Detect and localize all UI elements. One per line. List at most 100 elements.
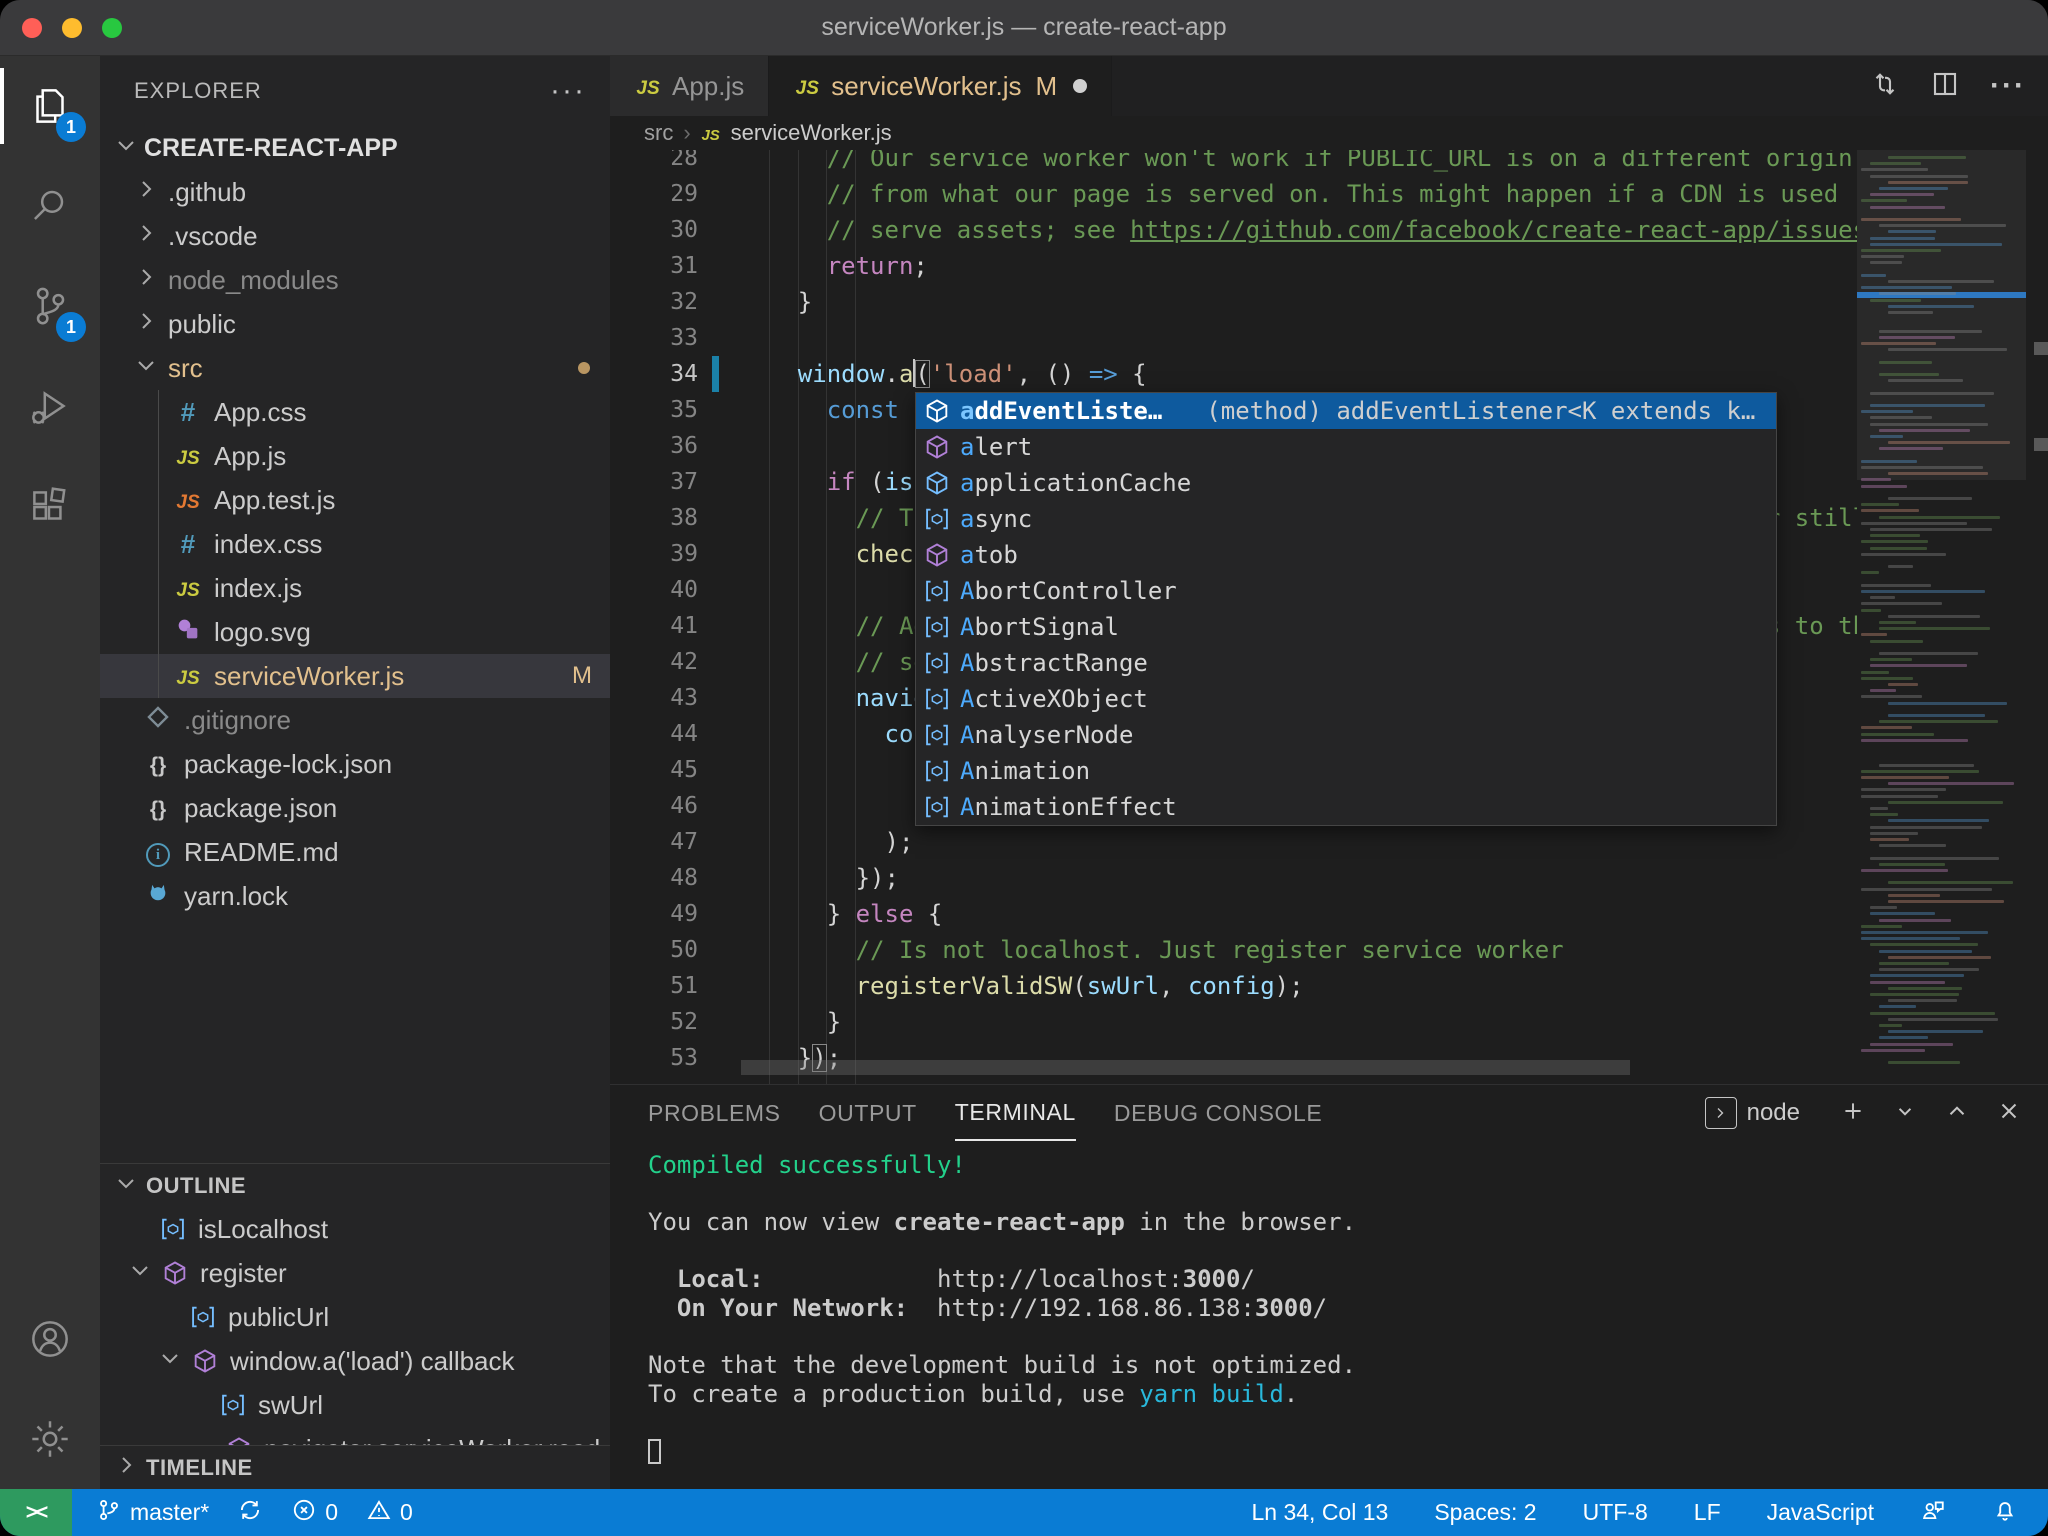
outline-item-register[interactable]: register (100, 1251, 610, 1295)
tree-root-create-react-app[interactable]: CREATE-REACT-APP (100, 126, 610, 170)
activity-search-icon[interactable] (0, 156, 100, 256)
panel-tab-debug-console[interactable]: DEBUG CONSOLE (1114, 1085, 1322, 1141)
status-utf-8[interactable]: UTF-8 (1583, 1499, 1648, 1526)
open-changes-icon[interactable] (1870, 69, 1900, 104)
suggest-item-ActiveXObject[interactable]: ActiveXObject (916, 681, 1776, 717)
activity-settings-icon[interactable] (0, 1389, 100, 1489)
code-editor[interactable]: 28 // Our service worker won't work if P… (610, 150, 2048, 1084)
timeline-section-header[interactable]: TIMELINE (100, 1445, 610, 1489)
outline-item-window.a('load') callback[interactable]: window.a('load') callback (100, 1339, 610, 1383)
tree-item-.github[interactable]: .github (100, 170, 610, 214)
status-bell[interactable] (1992, 1497, 2018, 1529)
code-line-30[interactable]: 30 // serve assets; see https://github.c… (610, 212, 1857, 248)
tree-item-.gitignore[interactable]: .gitignore (100, 698, 610, 742)
status-spaces-2[interactable]: Spaces: 2 (1434, 1499, 1536, 1526)
suggest-item-atob[interactable]: atob (916, 537, 1776, 573)
suggest-detail: (method) addEventListener<K extends k… (1206, 397, 1756, 425)
panel-tab-terminal[interactable]: TERMINAL (954, 1085, 1076, 1141)
code-line-33[interactable]: 33 (610, 320, 1857, 356)
maximize-panel-icon[interactable] (1944, 1098, 1970, 1129)
suggest-item-AnalyserNode[interactable]: AnalyserNode (916, 717, 1776, 753)
activity-accounts-icon[interactable] (0, 1289, 100, 1389)
tree-item-App.js[interactable]: JS App.js (100, 434, 610, 478)
tree-item-package-lock.json[interactable]: {} package-lock.json (100, 742, 610, 786)
code-line-28[interactable]: 28 // Our service worker won't work if P… (610, 150, 1857, 176)
panel-tab-output[interactable]: OUTPUT (819, 1085, 917, 1141)
terminal-dropdown-icon[interactable] (1892, 1098, 1918, 1129)
status-warning[interactable]: 0 (366, 1497, 413, 1529)
status-javascript[interactable]: JavaScript (1767, 1499, 1874, 1526)
suggest-item-applicationCache[interactable]: applicationCache (916, 465, 1776, 501)
tree-item-README.md[interactable]: i README.md (100, 830, 610, 874)
suggest-item-async[interactable]: async (916, 501, 1776, 537)
suggest-item-alert[interactable]: alert (916, 429, 1776, 465)
terminal-shell-selector[interactable]: node (1704, 1097, 1814, 1129)
outline-item-swUrl[interactable]: swUrl (100, 1383, 610, 1427)
tree-item-yarn.lock[interactable]: yarn.lock (100, 874, 610, 918)
minimap-line (1861, 633, 1887, 637)
status-ln-34-col-13[interactable]: Ln 34, Col 13 (1251, 1499, 1388, 1526)
code-line-34[interactable]: 34 window.a('load', () => { (610, 356, 1857, 392)
code-line-52[interactable]: 52 } (610, 1004, 1857, 1040)
terminal-output[interactable]: Compiled successfully! You can now view … (648, 1151, 2028, 1489)
outline-section-header[interactable]: OUTLINE (100, 1163, 610, 1207)
suggest-item-AnimationEffect[interactable]: AnimationEffect (916, 789, 1776, 825)
more-actions-icon[interactable]: ··· (1990, 69, 2026, 103)
tab-App.js[interactable]: JS App.js (610, 56, 770, 116)
breadcrumb-item-serviceWorker.js[interactable]: JS serviceWorker.js (701, 120, 891, 146)
tree-item-src[interactable]: src (100, 346, 610, 390)
code-line-48[interactable]: 48 }); (610, 860, 1857, 896)
tree-item-App.css[interactable]: # App.css (100, 390, 610, 434)
tree-item-package.json[interactable]: {} package.json (100, 786, 610, 830)
minimap[interactable] (1857, 150, 2026, 1084)
code-line-31[interactable]: 31 return; (610, 248, 1857, 284)
outline-item-publicUrl[interactable]: publicUrl (100, 1295, 610, 1339)
activity-run-and-debug-icon[interactable] (0, 356, 100, 456)
suggest-item-addEventListe[interactable]: addEventListe… (method) addEventListener<… (916, 393, 1776, 429)
status-error[interactable]: 0 (291, 1497, 338, 1529)
suggest-label: AnalyserNode (960, 721, 1134, 749)
outline-item-isLocalhost[interactable]: isLocalhost (100, 1207, 610, 1251)
explorer-more-actions-icon[interactable]: ··· (550, 74, 586, 108)
minimize-window-button[interactable] (62, 18, 82, 38)
new-terminal-icon[interactable] (1840, 1098, 1866, 1129)
suggest-item-AbstractRange[interactable]: AbstractRange (916, 645, 1776, 681)
zoom-window-button[interactable] (102, 18, 122, 38)
code-line-50[interactable]: 50 // Is not localhost. Just register se… (610, 932, 1857, 968)
horizontal-scrollbar[interactable] (741, 1060, 1630, 1075)
minimap-line (1888, 348, 2008, 352)
tree-item-.vscode[interactable]: .vscode (100, 214, 610, 258)
tree-item-serviceWorker.js[interactable]: JS serviceWorker.js M (100, 654, 610, 698)
split-editor-icon[interactable] (1930, 69, 1960, 104)
status-sync[interactable] (237, 1497, 263, 1529)
close-panel-icon[interactable] (1996, 1098, 2022, 1129)
suggest-item-Animation[interactable]: Animation (916, 753, 1776, 789)
tree-item-logo.svg[interactable]: logo.svg (100, 610, 610, 654)
code-line-32[interactable]: 32 } (610, 284, 1857, 320)
status-branch[interactable]: master* (96, 1497, 209, 1529)
tree-item-index.css[interactable]: # index.css (100, 522, 610, 566)
code-line-49[interactable]: 49 } else { (610, 896, 1857, 932)
chevron-down-icon (158, 1346, 182, 1377)
outline-item-navigator.serviceWorker.read[interactable]: navigator.serviceWorker.read (100, 1427, 610, 1445)
suggest-item-AbortSignal[interactable]: AbortSignal (916, 609, 1776, 645)
status-feedback[interactable] (1920, 1497, 1946, 1529)
close-window-button[interactable] (22, 18, 42, 38)
suggest-item-AbortController[interactable]: AbortController (916, 573, 1776, 609)
activity-extensions-icon[interactable] (0, 456, 100, 556)
activity-explorer-icon[interactable]: 1 (0, 56, 100, 156)
tree-item-public[interactable]: public (100, 302, 610, 346)
code-line-29[interactable]: 29 // from what our page is served on. T… (610, 176, 1857, 212)
panel-tab-problems[interactable]: PROBLEMS (648, 1085, 781, 1141)
tab-serviceWorker.js[interactable]: JS serviceWorker.js M (769, 56, 1113, 116)
minimap-line (1861, 218, 1962, 221)
remote-indicator[interactable]: >< (0, 1489, 72, 1536)
breadcrumb-item-src[interactable]: src (644, 120, 673, 146)
tree-item-App.test.js[interactable]: JS App.test.js (100, 478, 610, 522)
status-lf[interactable]: LF (1694, 1499, 1721, 1526)
code-line-51[interactable]: 51 registerValidSW(swUrl, config); (610, 968, 1857, 1004)
activity-source-control-icon[interactable]: 1 (0, 256, 100, 356)
tree-item-node_modules[interactable]: node_modules (100, 258, 610, 302)
tree-item-index.js[interactable]: JS index.js (100, 566, 610, 610)
code-line-47[interactable]: 47 ); (610, 824, 1857, 860)
